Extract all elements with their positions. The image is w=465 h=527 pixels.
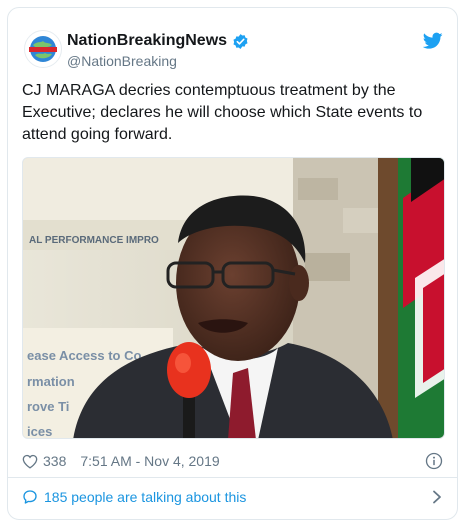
poster-line-3: rove Ti: [27, 399, 69, 414]
conversation-text[interactable]: 185 people are talking about this: [44, 489, 246, 505]
author-name-row[interactable]: NationBreakingNews: [67, 32, 249, 50]
author-avatar[interactable]: [24, 30, 62, 68]
tweet-meta-row: 338 7:51 AM - Nov 4, 2019: [22, 451, 443, 471]
info-icon[interactable]: [425, 452, 443, 470]
photo-illustration: AL PERFORMANCE IMPRO ease Access to Co r…: [23, 158, 444, 439]
poster-line-2: rmation: [27, 374, 75, 389]
divider: [8, 477, 457, 478]
poster-line-4: ices: [27, 424, 52, 439]
globe-logo-avatar-icon: [29, 36, 57, 62]
like-count[interactable]: 338: [43, 453, 66, 469]
author-handle[interactable]: @NationBreaking: [67, 53, 177, 69]
conversation-link[interactable]: 185 people are talking about this: [22, 486, 443, 508]
speech-bubble-icon: [23, 490, 37, 504]
verified-badge-icon: [233, 33, 248, 49]
author-name[interactable]: NationBreakingNews: [67, 32, 227, 50]
chevron-right-icon: [433, 490, 441, 504]
tweet-photo[interactable]: AL PERFORMANCE IMPRO ease Access to Co r…: [22, 157, 445, 439]
tweet-text: CJ MARAGA decries contemptuous treatment…: [22, 82, 423, 143]
poster-line-1: ease Access to Co: [27, 348, 141, 363]
heart-icon[interactable]: [22, 454, 38, 469]
twitter-bird-icon[interactable]: [423, 32, 443, 50]
tweet-card: NationBreakingNews @NationBreaking CJ MA…: [7, 7, 458, 520]
signage-text: AL PERFORMANCE IMPRO: [29, 235, 159, 246]
tweet-timestamp[interactable]: 7:51 AM - Nov 4, 2019: [80, 453, 219, 469]
